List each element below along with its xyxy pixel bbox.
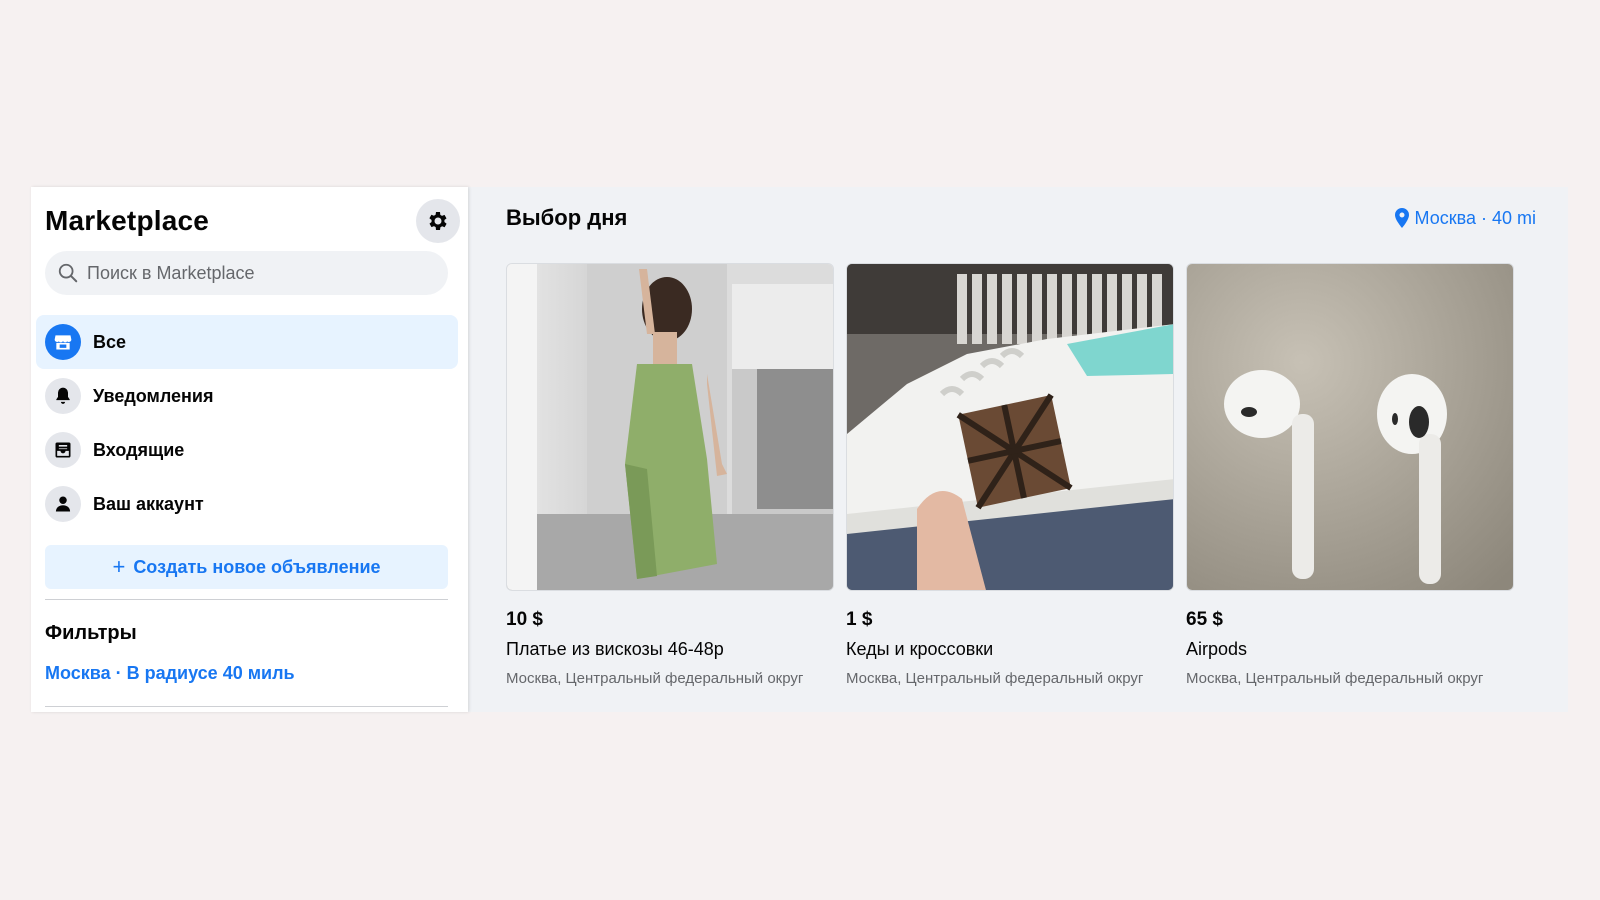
search-icon <box>58 263 78 283</box>
listing-location: Москва, Центральный федеральный округ <box>846 670 1144 687</box>
search-box[interactable] <box>45 251 448 295</box>
gear-icon <box>429 212 447 230</box>
create-listing-button[interactable]: + Создать новое объявление <box>45 545 448 589</box>
sidebar-item-label: Входящие <box>93 439 185 460</box>
listing-location: Москва, Центральный федеральный округ <box>506 670 804 687</box>
listing-image-airpods[interactable] <box>1186 263 1514 591</box>
listing-card[interactable]: 10 $ Платье из вискозы 46-48р Москва, Це… <box>506 263 834 687</box>
settings-button[interactable] <box>416 199 460 243</box>
listing-card[interactable]: 1 $ Кеды и кроссовки Москва, Центральный… <box>846 263 1174 687</box>
person-icon <box>45 486 81 522</box>
divider <box>45 599 448 600</box>
listing-grid: 10 $ Платье из вискозы 46-48р Москва, Це… <box>506 263 1536 687</box>
location-pin-icon <box>1394 208 1409 228</box>
search-input[interactable] <box>87 262 427 284</box>
filters-location-link[interactable]: Москва · В радиусе 40 миль <box>45 663 454 684</box>
section-title: Выбор дня <box>506 205 628 230</box>
listing-title: Airpods <box>1186 639 1248 659</box>
listing-image-sneaker[interactable] <box>846 263 1174 591</box>
location-label: Москва · 40 mi <box>1414 207 1536 228</box>
main-content: Выбор дня Москва · 40 mi 10 $ Платье из … <box>468 187 1568 712</box>
listing-price: 1 $ <box>846 609 873 630</box>
sidebar-item-all[interactable]: Все <box>36 315 458 369</box>
sidebar-item-label: Уведомления <box>93 385 214 406</box>
listing-card[interactable]: 65 $ Airpods Москва, Центральный федерал… <box>1186 263 1514 687</box>
listing-price: 65 $ <box>1186 609 1223 630</box>
sidebar: Marketplace Все <box>31 187 468 712</box>
listing-location: Москва, Центральный федеральный округ <box>1186 670 1484 687</box>
listing-price: 10 $ <box>506 609 543 630</box>
sidebar-title: Marketplace <box>45 205 210 236</box>
inbox-icon <box>45 432 81 468</box>
plus-icon: + <box>112 554 126 579</box>
storefront-icon <box>45 324 81 360</box>
sidebar-item-account[interactable]: Ваш аккаунт <box>36 477 458 531</box>
sidebar-item-label: Ваш аккаунт <box>93 493 204 514</box>
sidebar-item-label: Все <box>93 331 127 352</box>
divider <box>45 706 448 707</box>
sidebar-header: Marketplace <box>45 187 460 247</box>
location-filter-link[interactable]: Москва · 40 mi <box>1394 208 1536 229</box>
listing-image-dress[interactable] <box>506 263 834 591</box>
create-listing-label: Создать новое объявление <box>133 556 381 577</box>
marketplace-window: Marketplace Все <box>31 187 1568 712</box>
main-header: Выбор дня Москва · 40 mi <box>506 187 1536 247</box>
sidebar-item-inbox[interactable]: Входящие <box>36 423 458 477</box>
sidebar-nav: Все Уведомления Входящие Ваш аккаунт <box>36 315 458 531</box>
listing-title: Кеды и кроссовки <box>846 639 994 659</box>
bell-icon <box>45 378 81 414</box>
sidebar-item-notifications[interactable]: Уведомления <box>36 369 458 423</box>
filters-heading: Фильтры <box>45 622 137 644</box>
listing-title: Платье из вискозы 46-48р <box>506 639 724 659</box>
